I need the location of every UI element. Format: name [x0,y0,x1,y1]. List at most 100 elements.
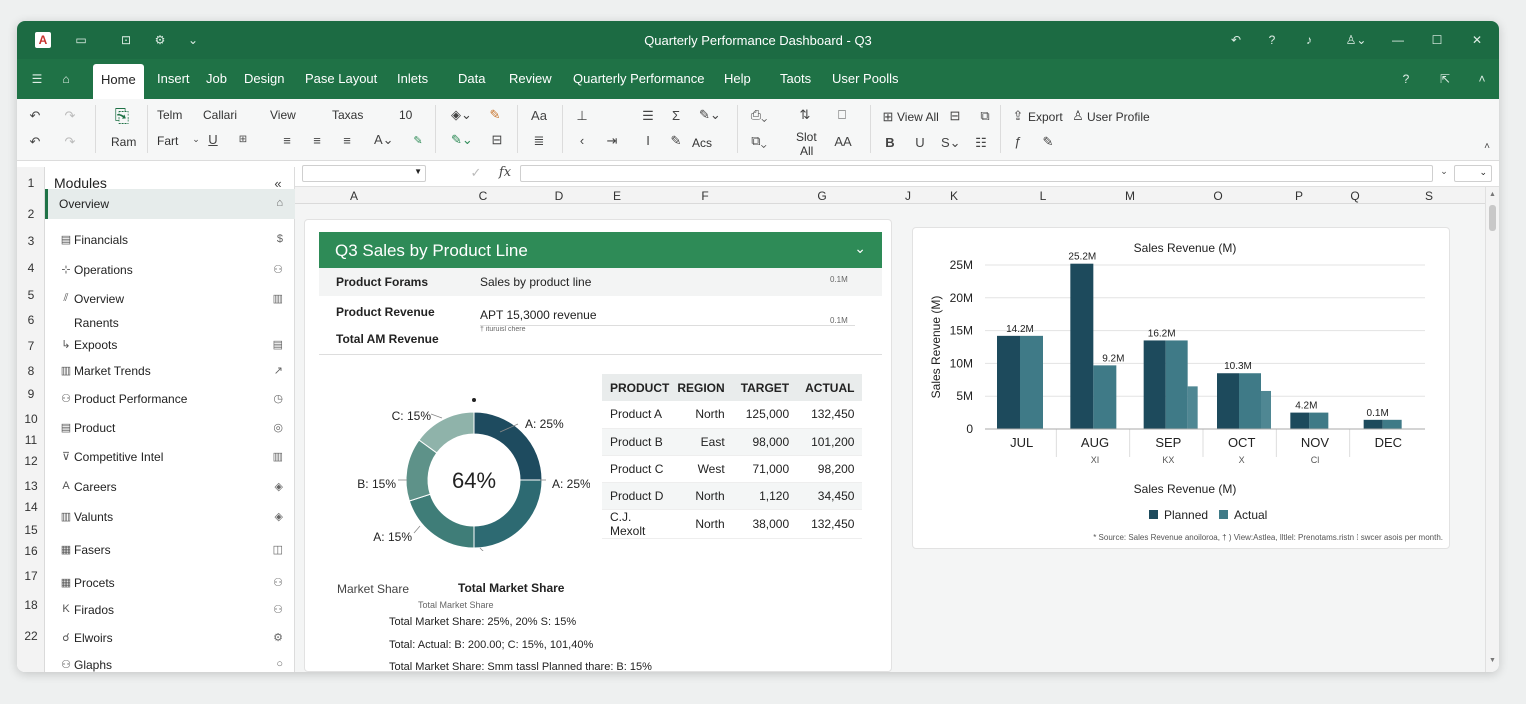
help-icon[interactable]: ? [1264,32,1280,48]
table-header[interactable]: TARGET [732,374,798,401]
sidebar-item[interactable]: ⚇ Glaphs ○ [45,655,295,672]
tab-home[interactable]: Home [93,64,144,99]
row-number[interactable]: 18 [17,598,45,612]
row-number[interactable]: 16 [17,544,45,558]
chevron-down-icon[interactable]: ⌄ [854,240,866,257]
underline2-icon[interactable]: U [911,135,929,150]
column-letter[interactable]: S [1423,189,1435,203]
table-header[interactable]: REGION [669,374,733,401]
row-number[interactable]: 22 [17,629,45,643]
ruler-icon[interactable]: ⊥ [573,108,591,124]
all-button[interactable]: All [800,144,813,158]
sidebar-item[interactable]: ▥ Market Trends ↗ [45,361,295,383]
style-taxas[interactable]: Taxas [332,108,363,122]
column-letter[interactable]: Q [1349,189,1361,203]
sidebar-item[interactable]: ↳ Expoots ▤ [45,335,295,357]
bar-actual[interactable] [1020,335,1043,429]
table-header[interactable]: PRODUCT [602,374,670,401]
sidebar-item[interactable]: ▦ Procets ⚇ [45,573,295,595]
list-icon[interactable]: ☰ [639,108,657,124]
pen-icon[interactable]: ✎⌄ [699,107,721,123]
sidebar-item[interactable]: ☌ Elwoirs ⚙ [45,628,295,650]
tab-design[interactable]: Design [244,71,284,86]
row-number[interactable]: 15 [17,523,45,537]
export-button[interactable]: Export [1028,110,1063,124]
table-row[interactable]: Product B East 98,000 101,200 [602,428,863,456]
function-icon[interactable]: ƒ [1009,134,1027,149]
check-icon[interactable]: ✓ [467,165,485,181]
table-row[interactable]: Product A North 125,000 132,450 [602,401,863,429]
text-size-icon[interactable]: AA [832,134,854,149]
acs-dropdown[interactable]: Acs [692,136,712,150]
sidebar-item[interactable]: ⊽ Competitive Intel ▥ [45,447,295,469]
tab-review[interactable]: Review [509,71,552,86]
sidebar-item[interactable]: ▦ Fasers ◫ [45,540,295,562]
row-number[interactable]: 5 [17,288,45,302]
column-letter[interactable]: P [1293,189,1305,203]
row-number[interactable]: 14 [17,500,45,514]
row-number[interactable]: 7 [17,339,45,353]
sidebar-item[interactable]: A Careers ◈ [45,477,295,499]
row-number[interactable]: 10 [17,412,45,426]
ram-button[interactable]: Ram [111,135,136,149]
home-nav-icon[interactable]: ⌂ [58,71,74,87]
row-number[interactable]: 2 [17,207,45,221]
copy-icon[interactable]: ⧉⌄ [750,133,768,149]
bold-icon[interactable]: B [881,135,899,150]
redo-icon[interactable]: ↷ [61,108,79,124]
paragraph-icon[interactable]: ≣ [530,133,548,149]
sidebar-item[interactable]: ▤ Product ◎ [45,418,295,440]
grid-icon[interactable]: ⊞ [879,109,897,125]
sidebar-item[interactable]: ▥ Valunts ◈ [45,507,295,529]
layout-icon[interactable]: ⊟ [946,108,964,124]
align-right-icon[interactable]: ≡ [338,133,356,148]
redo2-icon[interactable]: ↷ [61,134,79,150]
row-number[interactable]: 1 [17,176,45,190]
bar-actual[interactable] [1309,412,1329,429]
column-letter[interactable]: M [1124,189,1136,203]
fx-icon[interactable]: fx [496,165,514,180]
column-letter[interactable]: O [1212,189,1224,203]
bar-actual[interactable] [1165,340,1188,429]
window-icon[interactable]: ⧉ [976,108,994,124]
row-number[interactable]: 3 [17,234,45,248]
sidebar-item[interactable]: ⊹ Operations ⚇ [45,260,295,282]
bar-actual[interactable] [1239,373,1261,429]
table-row[interactable]: C.J. Mexolt North 38,000 132,450 [602,509,863,539]
print-icon[interactable]: ⎙⌄ [750,107,768,123]
tab-taots[interactable]: Taots [780,71,811,86]
tab-inlets[interactable]: Inlets [397,71,428,86]
column-letter[interactable]: C [477,189,489,203]
table-header[interactable]: ACTUAL [797,374,863,401]
column-letter[interactable]: L [1037,189,1049,203]
slot-button[interactable]: Slot [796,130,817,144]
edit-icon[interactable]: ✎ [667,133,685,149]
zoom-select[interactable]: ⌄ [1454,165,1492,182]
sidebar-item[interactable]: ⚇ Product Performance ◷ [45,389,295,411]
bar-actual[interactable] [1093,365,1117,429]
sidebar-item[interactable]: ⫽ Overview ▥ [45,289,295,311]
column-letter[interactable]: D [553,189,565,203]
hamburger-icon[interactable]: ☰ [29,71,45,87]
row-number[interactable]: 4 [17,261,45,275]
user-profile-button[interactable]: User Profile [1087,110,1150,124]
clear-format-icon[interactable]: ✎ [409,134,427,147]
fart-chevron-icon[interactable]: ⌄ [187,134,205,145]
bullets-icon[interactable]: ☷ [972,135,990,151]
undo-icon[interactable]: ↶ [26,108,44,124]
vertical-scrollbar[interactable]: ▲ ▼ [1485,187,1499,672]
filter-icon[interactable]: ⎕ [833,107,851,123]
font-size[interactable]: 10 [399,108,412,122]
edit-doc-icon[interactable]: ✎ [1039,134,1057,150]
undo2-icon[interactable]: ↶ [26,134,44,150]
highlight-icon[interactable]: ✎⌄ [451,132,473,148]
row-number[interactable]: 6 [17,313,45,327]
fill-color-icon[interactable]: ◈⌄ [451,107,472,123]
close-icon[interactable]: ✕ [1469,32,1485,48]
row-number[interactable]: 8 [17,364,45,378]
share-icon[interactable]: ⇱ [1437,71,1453,87]
row-number[interactable]: 13 [17,479,45,493]
bar-actual[interactable] [1382,419,1402,429]
strike-icon[interactable]: S⌄ [941,135,961,151]
tab-page-layout[interactable]: Pase Layout [305,71,377,86]
